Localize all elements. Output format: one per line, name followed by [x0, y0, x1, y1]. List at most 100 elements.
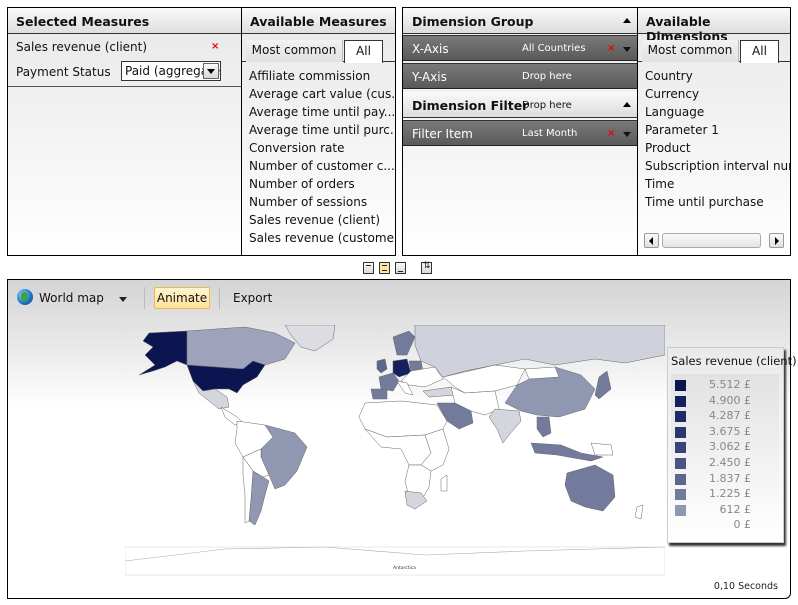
list-item[interactable]: Subscription interval number [645, 157, 790, 175]
tab-all[interactable]: All [740, 40, 779, 63]
measures-list: Affiliate commission Average cart value … [249, 67, 395, 247]
dimension-filter-header[interactable]: Dimension Filter Drop here [403, 92, 637, 118]
layout-middle-button[interactable] [379, 262, 390, 274]
map-region-australia[interactable] [564, 464, 616, 512]
elapsed-time: 0,10 Seconds [713, 581, 778, 592]
chevron-down-icon[interactable] [623, 132, 631, 137]
map-region-turkey[interactable] [422, 386, 456, 398]
map-region-canada[interactable] [186, 326, 296, 370]
antarctica-label: Antarctica [393, 565, 416, 571]
legend-entry: 3.062 £ [671, 439, 779, 455]
tab-all[interactable]: All [344, 40, 383, 63]
chevron-down-icon[interactable] [623, 47, 631, 52]
tab-most-common[interactable]: Most common [246, 40, 343, 62]
swap-icon: ⇅ [423, 261, 431, 271]
scroll-right-button[interactable] [769, 233, 784, 248]
list-item[interactable]: Time until purchase [645, 193, 790, 211]
animate-button[interactable]: Animate [154, 287, 210, 309]
chevron-down-icon[interactable] [203, 63, 219, 79]
selected-measures-title: Selected Measures [8, 8, 241, 34]
y-axis-slot[interactable]: Y-Axis Drop here [403, 63, 637, 89]
selected-measures-panel: Selected Measures Sales revenue (client)… [7, 7, 242, 256]
available-measures-title: Available Measures [242, 8, 395, 34]
list-item[interactable]: Sales revenue (customer) [249, 229, 395, 247]
tab-most-common[interactable]: Most common [642, 40, 739, 62]
chevron-down-icon[interactable] [119, 297, 127, 302]
list-item[interactable]: Time [645, 175, 790, 193]
list-item[interactable]: Average time until pay... [249, 103, 395, 121]
map-region-thailand[interactable] [536, 416, 552, 438]
available-dimensions-title: Available Dimensions [638, 8, 790, 44]
map-region-new-zealand[interactable] [634, 504, 644, 520]
list-item[interactable]: Affiliate commission [249, 67, 395, 85]
list-item[interactable]: Product [645, 139, 790, 157]
dimensions-tabs: Most common All [638, 40, 790, 63]
dimension-group-header[interactable]: Dimension Group [403, 8, 637, 34]
y-axis-label: Y-Axis [412, 70, 447, 84]
x-axis-value: All Countries [522, 43, 586, 54]
swap-layout-button[interactable]: ⇅ [421, 261, 432, 274]
map-region-france[interactable] [378, 372, 400, 392]
map-region-new-guinea[interactable] [590, 442, 614, 456]
remove-measure-icon[interactable]: × [211, 41, 219, 52]
view-selector[interactable]: World map [39, 291, 104, 305]
legend-entry: 0 £ [671, 517, 779, 533]
list-item[interactable]: Country [645, 67, 790, 85]
map-region-united-kingdom[interactable] [376, 358, 388, 374]
collapse-icon[interactable] [623, 18, 631, 23]
legend-entry: 2.450 £ [671, 455, 779, 471]
legend-entry: 612 £ [671, 502, 779, 518]
globe-icon [17, 289, 33, 305]
map-region-japan[interactable] [594, 370, 612, 400]
map-region-spain[interactable] [370, 388, 388, 400]
horizontal-scrollbar[interactable] [644, 233, 784, 249]
map-region-sweden[interactable] [392, 330, 416, 356]
export-button[interactable]: Export [233, 291, 272, 305]
legend-label: 1.225 £ [709, 487, 751, 501]
scroll-thumb[interactable] [662, 233, 761, 248]
legend-entry: 5.512 £ [671, 377, 779, 393]
legend-label: 4.287 £ [709, 409, 751, 423]
map-region-alaska[interactable] [138, 330, 188, 376]
legend-entry: 4.287 £ [671, 408, 779, 424]
legend-label: 3.062 £ [709, 440, 751, 454]
layout-bottom-button[interactable] [395, 262, 406, 274]
payment-status-select[interactable]: Paid (aggregated) [121, 61, 221, 81]
world-map[interactable]: Antarctica [125, 325, 665, 577]
divider [8, 86, 241, 87]
legend-swatch [675, 442, 686, 454]
measures-tabs: Most common All [242, 40, 395, 63]
list-item[interactable]: Average time until purc... [249, 121, 395, 139]
dimension-filter-title: Dimension Filter [412, 98, 529, 113]
remove-filter-icon[interactable]: × [607, 128, 615, 139]
legend-swatch [675, 426, 686, 438]
collapse-icon[interactable] [623, 102, 631, 107]
legend-entry: 1.837 £ [671, 471, 779, 487]
remove-x-axis-icon[interactable]: × [607, 43, 615, 54]
map-region-india[interactable] [488, 408, 522, 444]
list-item[interactable]: Parameter 1 [645, 121, 790, 139]
filter-item-slot[interactable]: Filter Item Last Month × [403, 120, 637, 146]
legend-body: 5.512 £ 4.900 £ 4.287 £3.675 £ 3.062 £ 2.450… [671, 374, 779, 538]
list-item[interactable]: Currency [645, 85, 790, 103]
legend-swatch [675, 411, 686, 423]
x-axis-slot[interactable]: X-Axis All Countries × [403, 35, 637, 61]
list-item[interactable]: Number of sessions [249, 193, 395, 211]
toolbar-separator [219, 287, 220, 309]
scroll-left-button[interactable] [644, 233, 659, 248]
payment-status-label: Payment Status [16, 65, 111, 79]
list-item[interactable]: Number of customer c... [249, 157, 395, 175]
list-item[interactable]: Conversion rate [249, 139, 395, 157]
dimension-group-panel: Dimension Group X-Axis All Countries × Y… [402, 7, 638, 256]
list-item[interactable]: Sales revenue (client) [249, 211, 395, 229]
list-item[interactable]: Average cart value (cus... [249, 85, 395, 103]
list-item[interactable]: Language [645, 103, 790, 121]
layout-top-button[interactable] [363, 262, 374, 274]
map-region-mongolia[interactable] [524, 366, 560, 380]
map-region-madagascar[interactable] [440, 474, 448, 492]
legend-swatch [675, 458, 686, 469]
legend-swatch [675, 380, 686, 391]
legend-entry: 4.900 £ [671, 393, 779, 409]
list-item[interactable]: Number of orders [249, 175, 395, 193]
selected-measure-item[interactable]: Sales revenue (client) [16, 40, 147, 54]
